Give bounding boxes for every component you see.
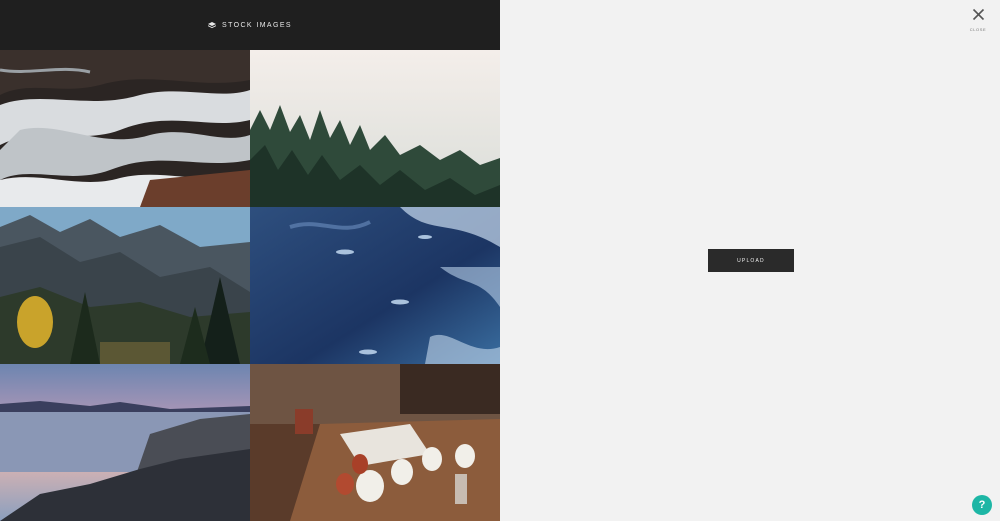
help-button[interactable]: ? — [972, 495, 992, 515]
stock-image-fish-water[interactable] — [250, 207, 500, 364]
stack-icon — [208, 21, 217, 29]
close-label: CLOSE — [969, 27, 987, 32]
stock-images-label: STOCK IMAGES — [222, 21, 292, 29]
stock-image-grid — [0, 50, 500, 521]
stock-images-panel: STOCK IMAGES — [0, 0, 500, 521]
stock-image-foggy-forest[interactable] — [250, 50, 500, 207]
upload-button[interactable]: UPLOAD — [708, 249, 794, 272]
stock-image-ocean-waves[interactable] — [0, 50, 250, 207]
close-icon — [972, 8, 985, 26]
help-label: ? — [978, 499, 986, 511]
stock-images-header: STOCK IMAGES — [0, 0, 500, 50]
stock-images-tab[interactable]: STOCK IMAGES — [208, 21, 292, 29]
stock-image-mugs-table[interactable] — [250, 364, 500, 521]
stock-image-sunset-lake[interactable] — [0, 364, 250, 521]
upload-panel: CLOSE UPLOAD — [500, 0, 1000, 521]
stock-image-mountain-valley[interactable] — [0, 207, 250, 364]
close-button[interactable]: CLOSE — [966, 8, 990, 32]
